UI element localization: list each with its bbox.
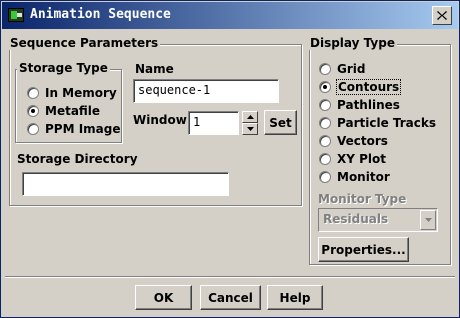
display-radio-xy-plot[interactable]: XY Plot [319,151,386,167]
radio-button[interactable] [319,117,331,129]
radio-button[interactable] [27,123,39,135]
radio-button-selected[interactable] [319,81,331,93]
window-spin-up-button[interactable] [242,111,258,123]
display-radio-grid[interactable]: Grid [319,61,365,77]
window-label: Window [133,113,187,127]
close-button[interactable] [432,6,452,25]
dropdown-arrow-button[interactable] [420,210,436,230]
radio-label: PPM Image [45,122,121,136]
storage-radio-in-memory[interactable]: In Memory [27,85,117,101]
display-radio-monitor[interactable]: Monitor [319,169,390,185]
storage-directory-label: Storage Directory [17,152,138,166]
monitor-type-value: Residuals [323,212,389,226]
close-icon [437,11,447,20]
radio-button[interactable] [319,63,331,75]
radio-button[interactable] [319,171,331,183]
radio-button[interactable] [27,87,39,99]
display-radio-vectors[interactable]: Vectors [319,133,388,149]
monitor-type-label: Monitor Type [318,192,407,206]
radio-label: Particle Tracks [337,116,436,130]
radio-button-selected[interactable] [27,105,39,117]
storage-radio-metafile[interactable]: Metafile [27,103,100,119]
properties-button[interactable]: Properties... [318,237,409,262]
radio-label: XY Plot [337,152,387,166]
storage-radio-ppm-image[interactable]: PPM Image [27,121,121,137]
display-type-title: Display Type [308,36,397,50]
title-bar[interactable]: Animation Sequence [2,2,458,29]
set-button[interactable]: Set [264,110,297,135]
display-radio-pathlines[interactable]: Pathlines [319,97,400,113]
monitor-type-dropdown[interactable]: Residuals [318,208,438,232]
radio-label: In Memory [45,86,117,100]
radio-label: Vectors [337,134,388,148]
ok-button[interactable]: OK [135,285,192,310]
display-radio-contours[interactable]: Contours [319,79,402,95]
chevron-down-icon [424,218,432,222]
arrow-up-icon [246,115,254,119]
window-spin-down-button[interactable] [242,123,258,135]
display-radio-particle-tracks[interactable]: Particle Tracks [319,115,436,131]
radio-button[interactable] [319,99,331,111]
name-label: Name [135,62,174,76]
animation-sequence-dialog: Animation Sequence Sequence Parameters S… [0,0,460,318]
name-field[interactable]: sequence-1 [133,79,279,103]
footer-separator [5,276,455,278]
arrow-down-icon [246,127,254,131]
app-window-icon [8,8,24,22]
radio-label: Pathlines [337,98,400,112]
radio-label: Grid [337,62,366,76]
storage-directory-field[interactable] [22,172,229,196]
sequence-parameters-title: Sequence Parameters [8,36,161,50]
radio-label: Metafile [45,104,101,118]
radio-button[interactable] [319,153,331,165]
window-title: Animation Sequence [30,7,171,22]
window-field[interactable]: 1 [188,111,239,135]
radio-label: Contours [335,79,402,95]
radio-button[interactable] [319,135,331,147]
cancel-button[interactable]: Cancel [200,285,261,310]
radio-label: Monitor [337,170,390,184]
help-button[interactable]: Help [267,285,323,310]
storage-type-title: Storage Type [17,61,110,75]
